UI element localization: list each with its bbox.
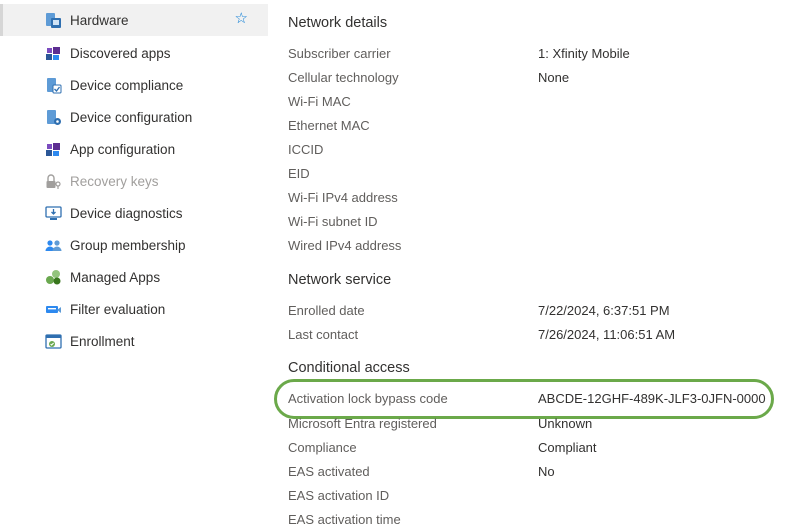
sidebar-item-label: Enrollment <box>70 333 135 349</box>
label-last-contact: Last contact <box>288 327 359 342</box>
label-enrolled-date: Enrolled date <box>288 303 365 318</box>
label-activation-lock-bypass: Activation lock bypass code <box>288 391 448 406</box>
enrollment-icon <box>45 333 62 350</box>
sidebar-item-label: App configuration <box>70 141 176 157</box>
sidebar-item-app-configuration[interactable]: App configuration <box>0 133 268 165</box>
lock-key-icon <box>45 173 62 190</box>
label-subscriber-carrier: Subscriber carrier <box>288 46 391 61</box>
value-last-contact: 7/26/2024, 11:06:51 AM <box>538 327 676 342</box>
section-title-conditional-access: Conditional access <box>288 360 410 376</box>
managed-apps-icon <box>45 269 62 286</box>
filter-icon <box>45 301 62 318</box>
label-eas-activated: EAS activated <box>288 464 370 479</box>
value-subscriber-carrier: 1: Xfinity Mobile <box>538 46 630 61</box>
device-properties-panel: Network details Subscriber carrier 1: Xf… <box>288 0 788 532</box>
sidebar-item-filter-evaluation[interactable]: Filter evaluation <box>0 293 268 325</box>
sidebar-item-recovery-keys[interactable]: Recovery keys <box>0 165 268 197</box>
sidebar-item-label: Device compliance <box>70 77 184 93</box>
sidebar-item-device-configuration[interactable]: Device configuration <box>0 101 268 133</box>
section-title-network-details: Network details <box>288 15 388 31</box>
device-compliance-icon <box>45 77 62 94</box>
label-cellular-technology: Cellular technology <box>288 70 399 85</box>
sidebar-item-device-compliance[interactable]: Device compliance <box>0 69 268 101</box>
star-outline-icon[interactable]: ☆ <box>235 11 248 27</box>
sidebar-item-device-diagnostics[interactable]: Device diagnostics <box>0 197 268 229</box>
apps-icon <box>45 45 62 62</box>
label-wifi-mac: Wi-Fi MAC <box>288 94 351 109</box>
value-activation-lock-bypass: ABCDE-12GHF-489K-JLF3-0JFN-0000 <box>538 391 766 406</box>
label-wifi-subnet: Wi-Fi subnet ID <box>288 214 378 229</box>
label-eid: EID <box>288 166 310 181</box>
sidebar-item-label: Device diagnostics <box>70 205 183 221</box>
sidebar-item-label: Managed Apps <box>70 269 161 285</box>
value-eas-activated: No <box>538 464 555 479</box>
group-icon <box>45 237 62 254</box>
sidebar-item-enrollment[interactable]: Enrollment <box>0 325 268 357</box>
value-cellular-technology: None <box>538 70 570 85</box>
label-iccid: ICCID <box>288 142 324 157</box>
sidebar-item-group-membership[interactable]: Group membership <box>0 229 268 261</box>
sidebar-item-label: Hardware <box>70 12 129 28</box>
sidebar-item-hardware[interactable]: Hardware ☆ <box>0 4 268 36</box>
sidebar-item-label: Discovered apps <box>70 45 171 61</box>
section-title-network-service: Network service <box>288 272 392 288</box>
label-wifi-ipv4: Wi-Fi IPv4 address <box>288 190 398 205</box>
sidebar-item-label: Filter evaluation <box>70 301 166 317</box>
hardware-icon <box>45 12 62 29</box>
app-configuration-icon <box>45 141 62 158</box>
sidebar-item-label: Recovery keys <box>70 173 159 189</box>
label-compliance: Compliance <box>288 440 357 455</box>
sidebar-item-label: Device configuration <box>70 109 193 125</box>
device-configuration-icon <box>45 109 62 126</box>
label-entra-registered: Microsoft Entra registered <box>288 416 437 431</box>
value-compliance: Compliant <box>538 440 597 455</box>
label-eas-activation-time: EAS activation time <box>288 512 401 527</box>
label-ethernet-mac: Ethernet MAC <box>288 118 370 133</box>
value-enrolled-date: 7/22/2024, 6:37:51 PM <box>538 303 670 318</box>
value-entra-registered: Unknown <box>538 416 593 431</box>
sidebar-item-label: Group membership <box>70 237 186 253</box>
sidebar-item-discovered-apps[interactable]: Discovered apps <box>0 37 268 69</box>
label-wired-ipv4: Wired IPv4 address <box>288 238 402 253</box>
sidebar-nav: Hardware ☆ Discovered apps Device compli… <box>0 0 268 532</box>
diagnostics-icon <box>45 205 62 222</box>
sidebar-item-managed-apps[interactable]: Managed Apps <box>0 261 268 293</box>
label-eas-activation-id: EAS activation ID <box>288 488 390 503</box>
